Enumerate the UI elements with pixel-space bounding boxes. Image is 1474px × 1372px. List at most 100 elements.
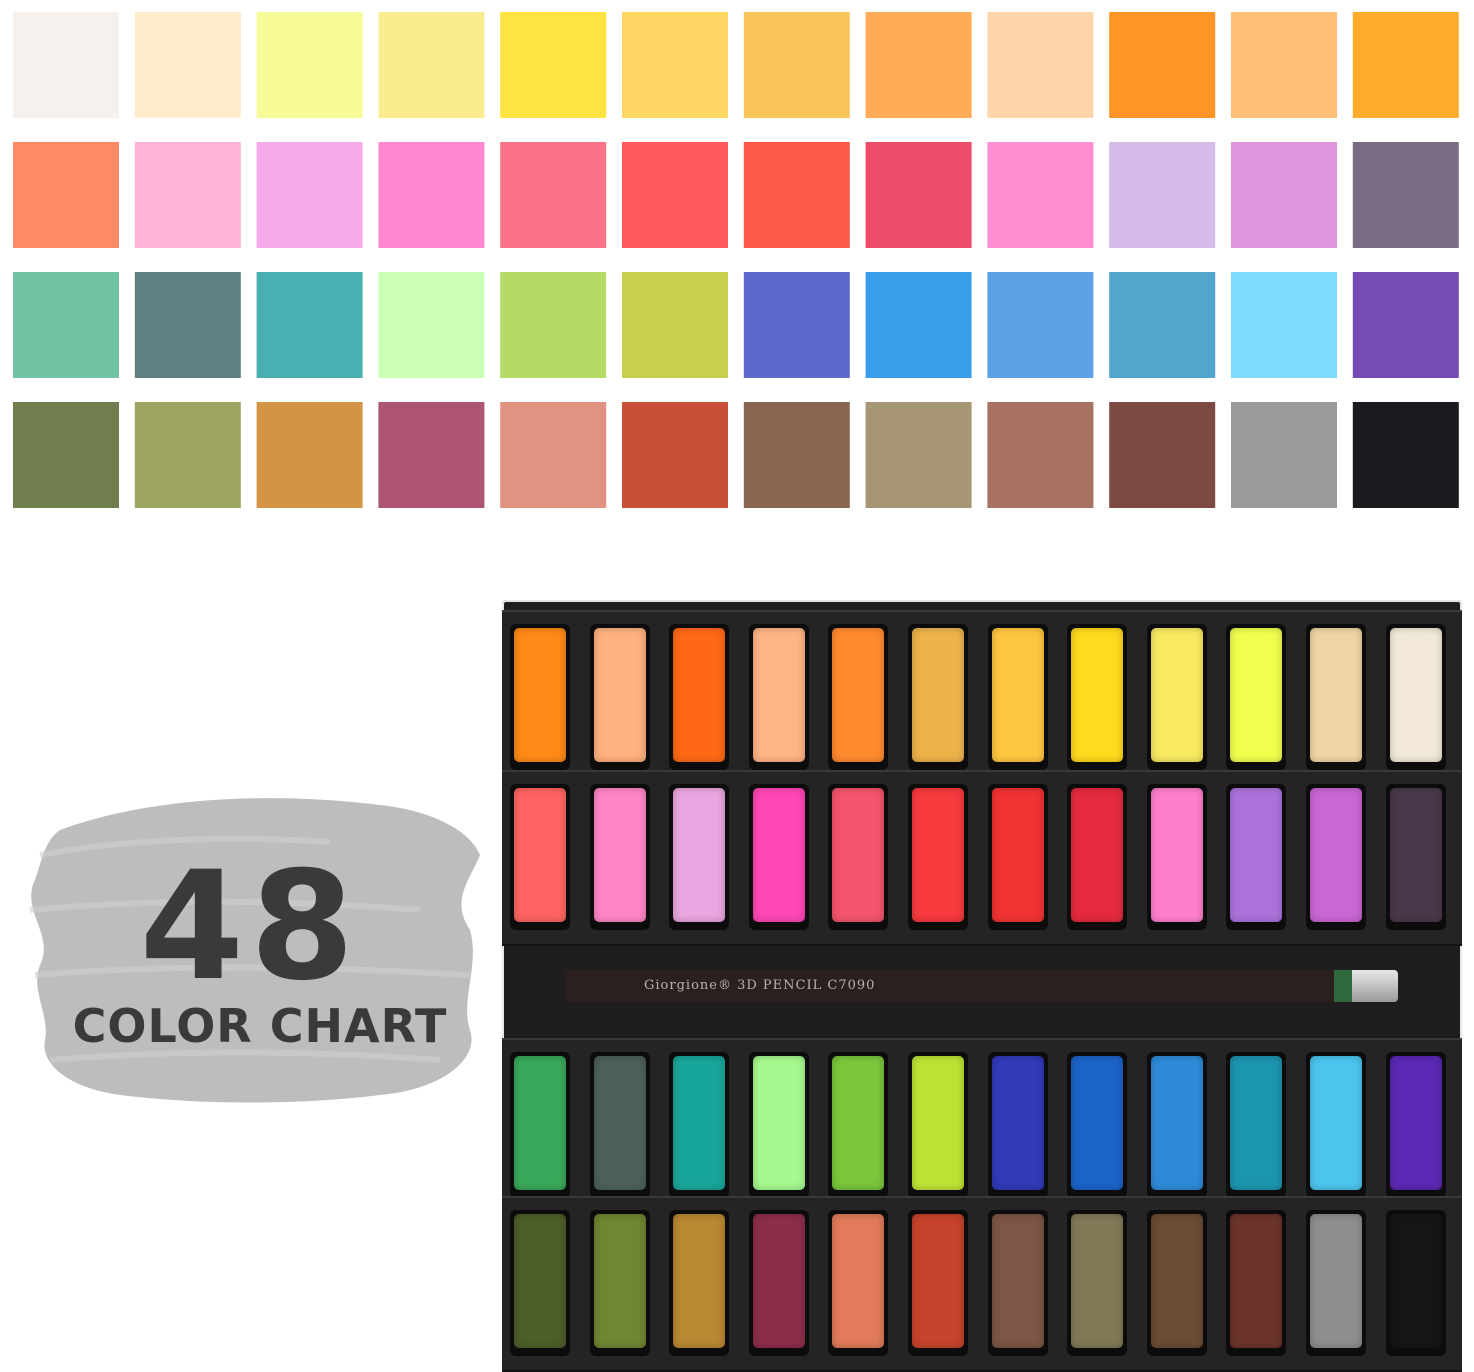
chart-swatch-r4-c4 [378,402,485,508]
paint-pan-well [1067,784,1128,930]
paint-pan-well [1067,624,1128,770]
paint-pan-r2-c12 [1389,788,1442,922]
chart-swatch-r2-c10 [1109,142,1216,248]
paint-pan-r1-c12 [1389,628,1442,762]
paint-pan-well [748,1052,809,1198]
paint-pan-well [669,1052,730,1198]
paint-pan-well [669,784,730,930]
chart-swatch-r1-c4 [378,12,485,118]
paint-pan-well [1385,784,1446,930]
chart-swatch-r2-c3 [256,142,363,248]
chart-swatch-r1-c5 [500,12,607,118]
paint-pan-r4-c2 [593,1214,646,1348]
paint-pan-well [987,1210,1048,1356]
paint-pan-r1-c11 [1310,628,1362,762]
paint-pan-r4-c3 [673,1214,726,1348]
chart-swatch-r2-c4 [378,142,485,248]
paint-pan-well [987,624,1048,770]
paint-pan-well [589,624,650,770]
paint-pan-well [589,1052,650,1198]
chart-swatch-r1-c9 [987,12,1094,118]
paint-pan-r4-c5 [832,1214,885,1348]
chart-swatch-r4-c3 [256,402,363,508]
paint-pan-r2-c6 [912,788,964,922]
paint-pan-r2-c8 [1071,788,1124,922]
paint-pan-r4-c6 [912,1214,964,1348]
chart-swatch-r1-c12 [1352,12,1459,118]
paint-pan-r1-c6 [912,628,964,762]
paint-pan-r3-c4 [752,1056,805,1190]
paint-pan-well [1306,1052,1366,1198]
chart-swatch-r4-c8 [865,402,972,508]
chart-swatch-r1-c8 [865,12,972,118]
chart-swatch-r3-c6 [622,272,728,378]
chart-swatch-r1-c6 [622,12,728,118]
paint-pan-well [589,1210,650,1356]
paint-pan-r3-c3 [673,1056,726,1190]
paint-pan-well [828,784,889,930]
paint-pan-well [1067,1052,1128,1198]
chart-label-area: 48 COLOR CHART [0,760,500,1140]
paint-pan-well [510,624,570,770]
chart-swatch-r4-c11 [1231,402,1337,508]
paint-pan-well [748,624,809,770]
paint-pan-well [1226,1052,1287,1198]
chart-swatch-r2-c5 [500,142,607,248]
paint-pan-well [589,784,650,930]
paint-pan-r2-c3 [673,788,726,922]
paint-pan-r4-c8 [1071,1214,1124,1348]
paint-pan-well [748,1210,809,1356]
paint-pan-well [1067,1210,1128,1356]
tin-tray-row-4 [502,1196,1462,1372]
chart-swatch-r2-c9 [987,142,1094,248]
paint-pan-r2-c11 [1310,788,1362,922]
paint-pan-well [510,1052,570,1198]
chart-swatch-r1-c10 [1109,12,1216,118]
paint-pan-well [828,1210,889,1356]
paint-pan-r3-c7 [991,1056,1044,1190]
color-count-number: 48 [139,840,361,1014]
tin-tray-row-1 [502,610,1462,786]
paint-pan-r4-c7 [991,1214,1044,1348]
chart-swatch-r2-c12 [1352,142,1459,248]
paint-pan-well [1306,1210,1366,1356]
chart-swatch-r1-c3 [256,12,363,118]
chart-swatch-r4-c1 [13,402,119,508]
chart-swatch-r4-c5 [500,402,607,508]
paint-pan-r1-c10 [1230,628,1283,762]
chart-swatch-r2-c7 [743,142,850,248]
paint-pan-r3-c8 [1071,1056,1124,1190]
color-chart-grid [13,12,1459,508]
paint-pan-well [1146,1210,1207,1356]
paint-pan-r4-c12 [1389,1214,1442,1348]
chart-swatch-r2-c1 [13,142,119,248]
paint-pan-well [1385,624,1446,770]
paint-pan-r2-c1 [514,788,566,922]
paint-pan-r1-c1 [514,628,566,762]
paint-pan-r1-c2 [593,628,646,762]
chart-swatch-r3-c12 [1352,272,1459,378]
tin-tray-row-3 [502,1038,1462,1214]
color-chart-caption: COLOR CHART [72,999,448,1053]
chart-swatch-r3-c1 [13,272,119,378]
pencil-ferrule [1352,970,1398,1002]
paint-pan-well [1226,784,1287,930]
paint-pan-r4-c11 [1310,1214,1362,1348]
chart-swatch-r3-c4 [378,272,485,378]
pencil-label: Giorgione® 3D PENCIL C7090 [644,978,876,993]
paint-pan-well [1306,784,1366,930]
paint-pan-well [828,1052,889,1198]
paint-pan-r1-c8 [1071,628,1124,762]
paint-pan-well [1385,1210,1446,1356]
chart-swatch-r2-c2 [134,142,241,248]
paint-pan-well [1146,624,1207,770]
chart-swatch-r3-c8 [865,272,972,378]
paint-pan-r2-c5 [832,788,885,922]
chart-swatch-r3-c7 [743,272,850,378]
paint-pan-well [908,1210,968,1356]
paint-pan-r3-c2 [593,1056,646,1190]
paint-pan-r3-c6 [912,1056,964,1190]
paint-pan-well [1306,624,1366,770]
paint-pan-well [908,784,968,930]
pencil: Giorgione® 3D PENCIL C7090 [566,970,1398,1002]
